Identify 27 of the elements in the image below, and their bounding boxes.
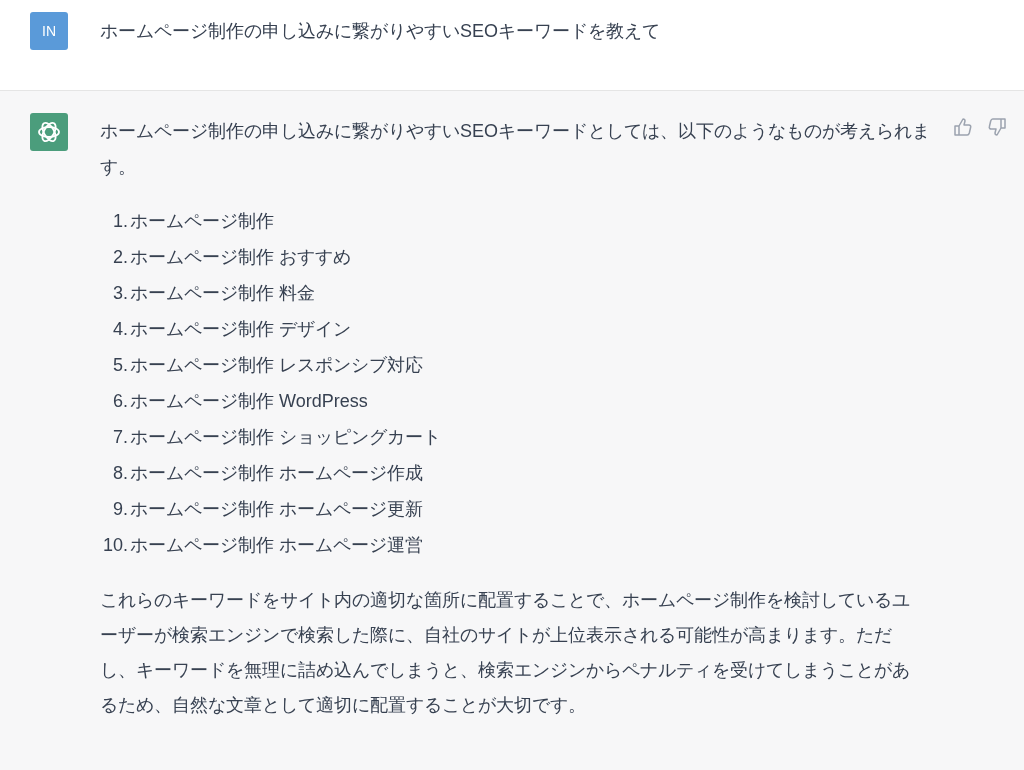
logo-icon <box>36 119 62 145</box>
list-number: 8. <box>112 462 128 485</box>
user-message: ホームページ制作の申し込みに繋がりやすいSEOキーワードを教えて <box>100 20 660 43</box>
list-number: 1. <box>112 210 128 233</box>
keyword-item: ホームページ制作 ホームページ作成 <box>130 462 423 485</box>
list-number: 3. <box>112 282 128 305</box>
keyword-item: ホームページ制作 ホームページ運営 <box>130 534 423 557</box>
list-number: 7. <box>112 426 128 449</box>
thumbs-up-icon[interactable] <box>953 117 973 137</box>
list-number: 9. <box>112 498 128 521</box>
keyword-item: ホームページ制作 ホームページ更新 <box>130 498 423 521</box>
answer-conclusion: これらのキーワードをサイト内の適切な箇所に配置することで、ホームページ制作を検討しているユーザーが検索エンジンで検索した際に、自社のサイトが上位表示される可能性が高まります。ただし、キーワードを無理に詰め込んでしまうと、検索エンジンからペナルティを受けてしまうことがあるため、自然な文章として適切に配置することが大切です。 <box>100 589 911 717</box>
keyword-item: ホームページ制作 ショッピングカート <box>130 426 441 449</box>
answer-intro: ホームページ制作の申し込みに繋がりやすいSEOキーワードとしては、以下のようなものが考えられます。 <box>100 120 931 179</box>
list-number: 4. <box>112 318 128 341</box>
list-number: 6. <box>112 390 128 413</box>
list-number: 2. <box>112 246 128 269</box>
list-number: 5. <box>112 354 128 377</box>
thumbs-down-icon[interactable] <box>987 117 1007 137</box>
keyword-item: ホームページ制作 WordPress <box>130 390 368 413</box>
keyword-item: ホームページ制作 おすすめ <box>130 246 351 269</box>
keyword-item: ホームページ制作 デザイン <box>130 318 351 341</box>
keyword-item: ホームページ制作 <box>130 210 274 233</box>
keyword-item: ホームページ制作 レスポンシブ対応 <box>130 354 423 377</box>
user-avatar: IN <box>30 12 68 50</box>
list-number: 10. <box>101 534 128 557</box>
keyword-item: ホームページ制作 料金 <box>130 282 315 305</box>
